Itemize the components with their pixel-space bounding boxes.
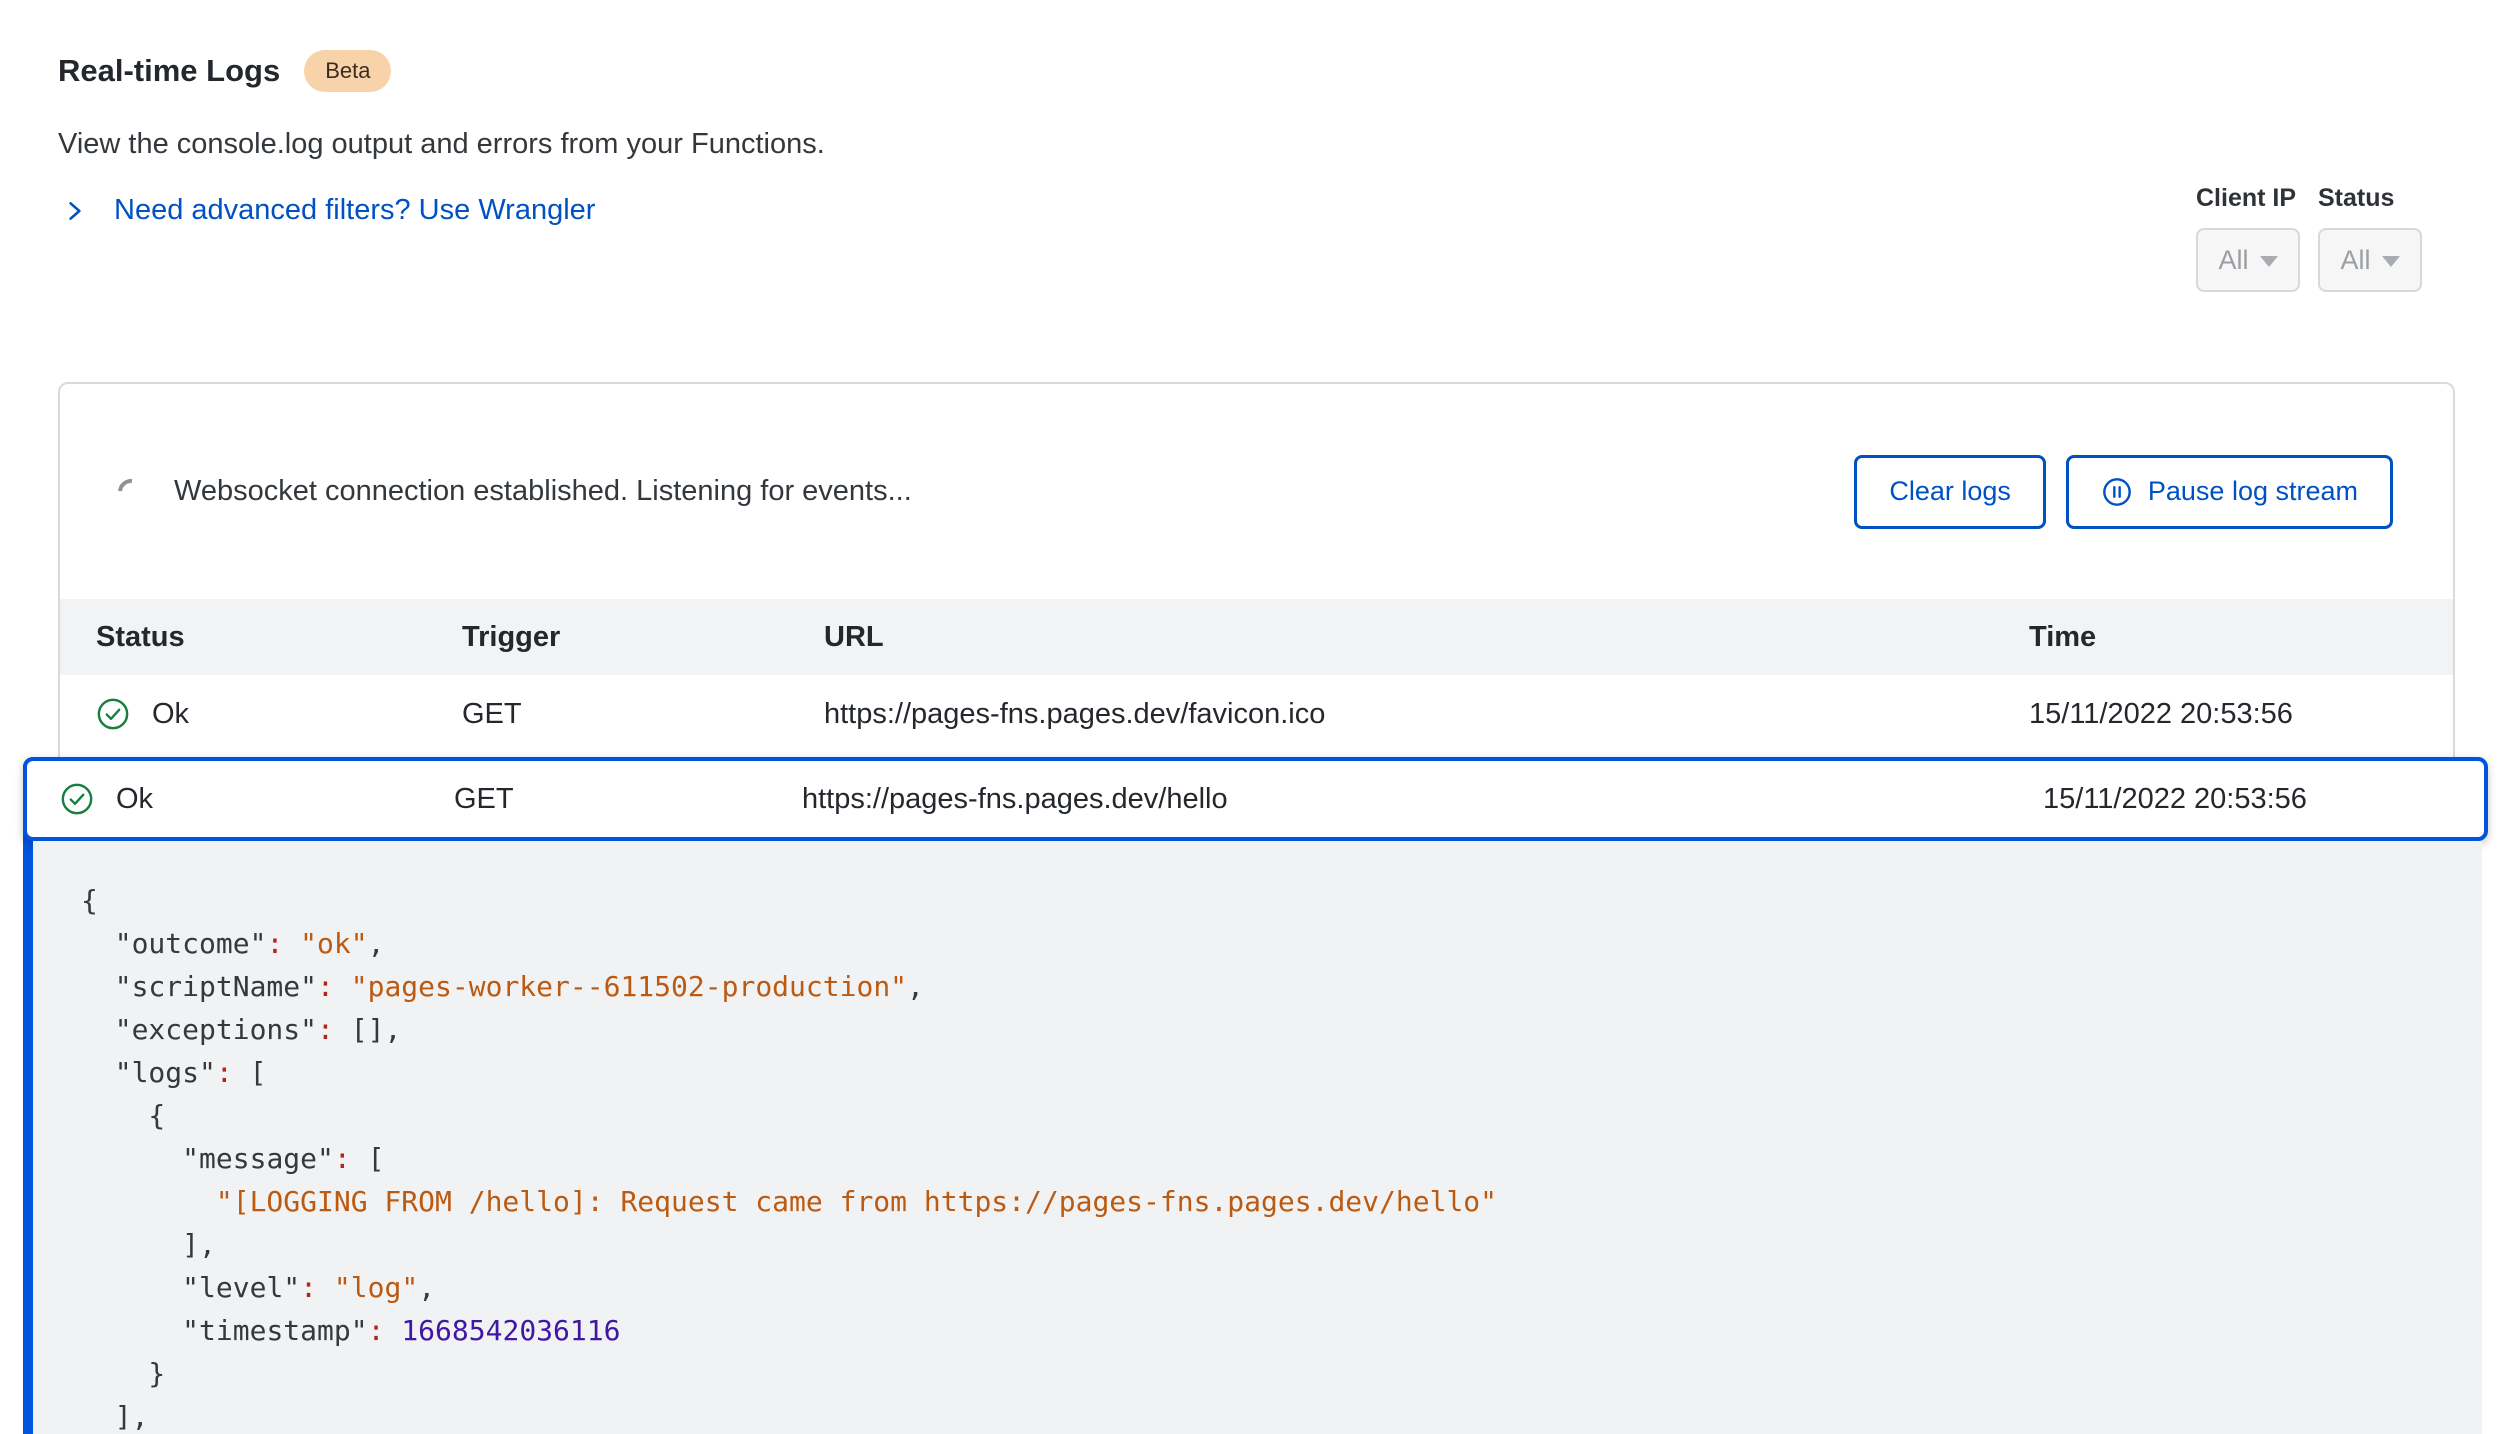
beta-badge: Beta xyxy=(304,50,391,92)
chevron-down-icon xyxy=(2382,256,2400,267)
page-subtitle: View the console.log output and errors f… xyxy=(58,128,825,161)
log-json-output: { "outcome": "ok", "scriptName": "pages-… xyxy=(81,879,2452,1434)
logs-toolbar: Websocket connection established. Listen… xyxy=(60,384,2453,599)
expanded-log-entry: Ok GET https://pages-fns.pages.dev/hello… xyxy=(23,757,2488,1434)
websocket-status-message: Websocket connection established. Listen… xyxy=(174,475,912,508)
log-row-hello[interactable]: Ok GET https://pages-fns.pages.dev/hello… xyxy=(23,757,2488,841)
pause-log-stream-button[interactable]: Pause log stream xyxy=(2066,455,2393,529)
log-json-line: "outcome": "ok", xyxy=(81,922,2452,965)
log-filters: Client IP All Status All xyxy=(2196,184,2422,292)
status-filter-value: All xyxy=(2340,245,2370,276)
status-cell: Ok xyxy=(96,697,462,731)
client-ip-label: Client IP xyxy=(2196,184,2300,213)
log-json-line: "message": [ xyxy=(81,1137,2452,1180)
status-filter-group: Status All xyxy=(2318,184,2422,292)
toolbar-buttons: Clear logs Pause log stream xyxy=(1854,455,2393,529)
column-header-trigger: Trigger xyxy=(462,621,824,654)
log-json-line: "level": "log", xyxy=(81,1266,2452,1309)
success-check-icon xyxy=(60,782,94,816)
status-value: Ok xyxy=(152,698,189,731)
page-header: Real-time Logs Beta xyxy=(58,50,391,92)
client-ip-filter-group: Client IP All xyxy=(2196,184,2300,292)
logs-panel: Websocket connection established. Listen… xyxy=(58,382,2455,1434)
column-header-time: Time xyxy=(2029,621,2453,654)
column-header-url: URL xyxy=(824,621,2029,654)
status-filter-label: Status xyxy=(2318,184,2422,213)
log-row-favicon[interactable]: Ok GET https://pages-fns.pages.dev/favic… xyxy=(60,675,2453,753)
chevron-right-icon xyxy=(62,196,88,226)
log-detail-panel: { "outcome": "ok", "scriptName": "pages-… xyxy=(33,841,2482,1434)
log-json-line: "scriptName": "pages-worker--611502-prod… xyxy=(81,965,2452,1008)
trigger-value: GET xyxy=(462,698,824,731)
log-json-line: } xyxy=(81,1352,2452,1395)
log-json-line: "timestamp": 1668542036116 xyxy=(81,1309,2452,1352)
realtime-logs-page: Real-time Logs Beta View the console.log… xyxy=(0,0,2508,1434)
log-json-line: { xyxy=(81,1094,2452,1137)
time-value: 15/11/2022 20:53:56 xyxy=(2043,783,2484,816)
page-title: Real-time Logs xyxy=(58,53,280,89)
status-cell: Ok xyxy=(60,782,454,816)
clear-logs-label: Clear logs xyxy=(1889,476,2011,507)
log-json-line: ], xyxy=(81,1395,2452,1434)
spinner-icon xyxy=(113,473,150,510)
success-check-icon xyxy=(96,697,130,731)
status-value: Ok xyxy=(116,783,153,816)
url-value: https://pages-fns.pages.dev/hello xyxy=(802,783,2043,816)
log-json-line: { xyxy=(81,879,2452,922)
log-table-header: Status Trigger URL Time xyxy=(60,599,2453,675)
clear-logs-button[interactable]: Clear logs xyxy=(1854,455,2046,529)
wrangler-link[interactable]: Need advanced filters? Use Wrangler xyxy=(62,194,595,227)
url-value: https://pages-fns.pages.dev/favicon.ico xyxy=(824,698,2029,731)
status-dropdown[interactable]: All xyxy=(2318,228,2422,292)
pause-icon xyxy=(2101,476,2133,508)
log-json-line: "logs": [ xyxy=(81,1051,2452,1094)
log-json-line: "[LOGGING FROM /hello]: Request came fro… xyxy=(81,1180,2452,1223)
trigger-value: GET xyxy=(454,783,802,816)
time-value: 15/11/2022 20:53:56 xyxy=(2029,698,2453,731)
pause-log-stream-label: Pause log stream xyxy=(2148,476,2358,507)
wrangler-link-label: Need advanced filters? Use Wrangler xyxy=(114,194,595,227)
log-json-line: "exceptions": [], xyxy=(81,1008,2452,1051)
selection-accent-strip xyxy=(23,757,33,1434)
client-ip-value: All xyxy=(2218,245,2248,276)
chevron-down-icon xyxy=(2260,256,2278,267)
column-header-status: Status xyxy=(96,621,462,654)
log-json-line: ], xyxy=(81,1223,2452,1266)
client-ip-dropdown[interactable]: All xyxy=(2196,228,2300,292)
